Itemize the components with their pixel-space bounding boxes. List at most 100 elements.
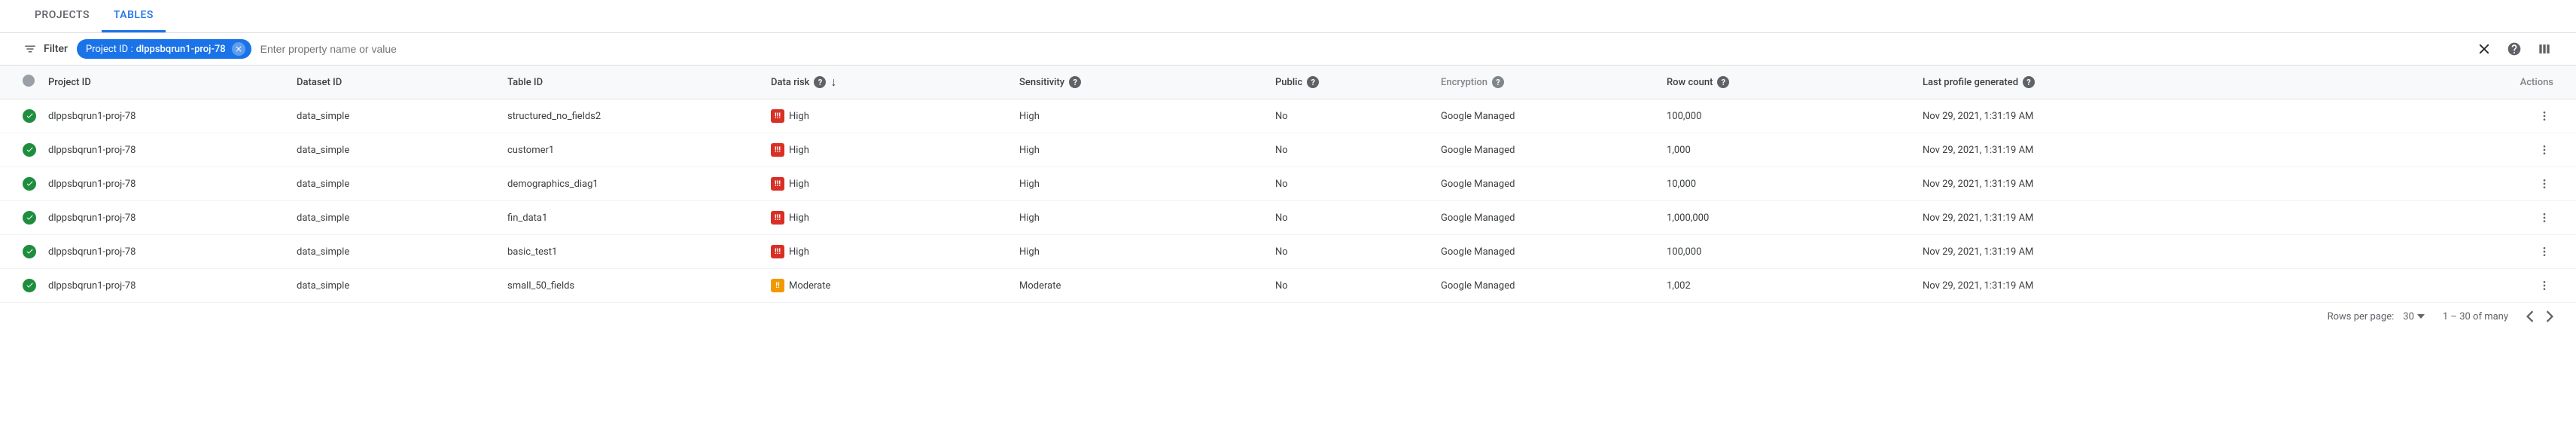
cell-encryption: Google Managed: [1435, 167, 1661, 201]
filter-label: Filter: [44, 43, 68, 55]
help-icon[interactable]: ?: [814, 76, 826, 88]
cell-encryption: Google Managed: [1435, 269, 1661, 303]
sort-descending-icon[interactable]: ↓: [830, 75, 836, 90]
table-row[interactable]: dlppsbqrun1-proj-78 data_simple structur…: [0, 99, 2576, 133]
cell-row-count: 1,000,000: [1661, 201, 1917, 235]
data-table: Project ID Dataset ID Table ID Data risk…: [0, 66, 2576, 303]
cell-project-id: dlppsbqrun1-proj-78: [42, 201, 291, 235]
tabs-bar: PROJECTS TABLES: [0, 0, 2576, 33]
table-row[interactable]: dlppsbqrun1-proj-78 data_simple customer…: [0, 133, 2576, 167]
risk-label: Moderate: [789, 280, 830, 292]
cell-sensitivity: High: [1013, 133, 1269, 167]
cell-table-id: basic_test1: [501, 235, 765, 269]
header-table-id[interactable]: Table ID: [501, 66, 765, 99]
filter-input[interactable]: [260, 43, 2475, 55]
row-actions-menu-icon[interactable]: [2535, 277, 2553, 295]
cell-project-id: dlppsbqrun1-proj-78: [42, 133, 291, 167]
header-sensitivity[interactable]: Sensitivity ?: [1013, 66, 1269, 99]
cell-sensitivity: High: [1013, 167, 1269, 201]
cell-last-generated: Nov 29, 2021, 1:31:19 AM: [1917, 133, 2285, 167]
header-row-count[interactable]: Row count ?: [1661, 66, 1917, 99]
header-dataset-id[interactable]: Dataset ID: [291, 66, 501, 99]
risk-high-icon: !!!: [771, 143, 784, 157]
cell-row-count: 100,000: [1661, 99, 1917, 133]
status-success-icon: [23, 211, 36, 225]
header-last-generated[interactable]: Last profile generated ?: [1917, 66, 2285, 99]
risk-label: High: [789, 111, 809, 122]
help-icon[interactable]: ?: [1492, 76, 1504, 88]
cell-sensitivity: Moderate: [1013, 269, 1269, 303]
cell-last-generated: Nov 29, 2021, 1:31:19 AM: [1917, 269, 2285, 303]
cell-table-id: demographics_diag1: [501, 167, 765, 201]
filter-bar: Filter Project ID : dlppsbqrun1-proj-78: [0, 33, 2576, 66]
filter-chip-project-id[interactable]: Project ID : dlppsbqrun1-proj-78: [77, 39, 251, 59]
risk-high-icon: !!!: [771, 245, 784, 258]
help-icon[interactable]: [2505, 40, 2523, 58]
status-success-icon: [23, 245, 36, 258]
rows-per-page-dropdown[interactable]: 30: [2403, 311, 2425, 322]
cell-row-count: 1,002: [1661, 269, 1917, 303]
filter-chip-key: Project ID :: [86, 44, 133, 55]
tab-tables[interactable]: TABLES: [102, 0, 166, 32]
next-page-button[interactable]: [2546, 310, 2553, 322]
help-icon[interactable]: ?: [1717, 76, 1729, 88]
filter-chip-remove-icon[interactable]: [232, 42, 245, 56]
cell-project-id: dlppsbqrun1-proj-78: [42, 99, 291, 133]
status-dot-icon: [23, 75, 35, 87]
risk-high-icon: !!!: [771, 177, 784, 191]
cell-row-count: 10,000: [1661, 167, 1917, 201]
table-row[interactable]: dlppsbqrun1-proj-78 data_simple basic_te…: [0, 235, 2576, 269]
header-data-risk[interactable]: Data risk ? ↓: [765, 66, 1013, 99]
status-success-icon: [23, 109, 36, 123]
row-actions-menu-icon[interactable]: [2535, 243, 2553, 261]
row-actions-menu-icon[interactable]: [2535, 175, 2553, 193]
cell-dataset-id: data_simple: [291, 201, 501, 235]
dropdown-arrow-icon: [2417, 314, 2425, 319]
cell-sensitivity: High: [1013, 201, 1269, 235]
table-header-row: Project ID Dataset ID Table ID Data risk…: [0, 66, 2576, 99]
pagination-bar: Rows per page: 30 1 – 30 of many: [0, 303, 2576, 330]
column-display-icon[interactable]: [2535, 40, 2553, 58]
cell-table-id: customer1: [501, 133, 765, 167]
cell-sensitivity: High: [1013, 235, 1269, 269]
cell-project-id: dlppsbqrun1-proj-78: [42, 167, 291, 201]
rows-per-page-label: Rows per page:: [2328, 311, 2395, 322]
risk-high-icon: !!!: [771, 211, 784, 225]
help-icon[interactable]: ?: [1307, 76, 1319, 88]
table-row[interactable]: dlppsbqrun1-proj-78 data_simple demograp…: [0, 167, 2576, 201]
header-status: [0, 66, 42, 99]
risk-label: High: [789, 246, 809, 258]
cell-encryption: Google Managed: [1435, 201, 1661, 235]
row-actions-menu-icon[interactable]: [2535, 209, 2553, 227]
filter-icon: [23, 41, 38, 57]
cell-row-count: 1,000: [1661, 133, 1917, 167]
cell-last-generated: Nov 29, 2021, 1:31:19 AM: [1917, 235, 2285, 269]
cell-last-generated: Nov 29, 2021, 1:31:19 AM: [1917, 167, 2285, 201]
cell-dataset-id: data_simple: [291, 235, 501, 269]
help-icon[interactable]: ?: [2023, 76, 2035, 88]
help-icon[interactable]: ?: [1069, 76, 1081, 88]
cell-table-id: small_50_fields: [501, 269, 765, 303]
cell-table-id: structured_no_fields2: [501, 99, 765, 133]
risk-badge: !!! High: [771, 109, 809, 123]
clear-filters-icon[interactable]: [2475, 40, 2493, 58]
previous-page-button[interactable]: [2526, 310, 2534, 322]
row-actions-menu-icon[interactable]: [2535, 107, 2553, 125]
status-success-icon: [23, 177, 36, 191]
header-project-id[interactable]: Project ID: [42, 66, 291, 99]
cell-encryption: Google Managed: [1435, 235, 1661, 269]
filter-chip-value: dlppsbqrun1-proj-78: [136, 44, 226, 55]
header-public[interactable]: Public ?: [1269, 66, 1435, 99]
cell-last-generated: Nov 29, 2021, 1:31:19 AM: [1917, 201, 2285, 235]
cell-project-id: dlppsbqrun1-proj-78: [42, 269, 291, 303]
header-encryption[interactable]: Encryption ?: [1435, 66, 1661, 99]
cell-last-generated: Nov 29, 2021, 1:31:19 AM: [1917, 99, 2285, 133]
table-row[interactable]: dlppsbqrun1-proj-78 data_simple fin_data…: [0, 201, 2576, 235]
table-row[interactable]: dlppsbqrun1-proj-78 data_simple small_50…: [0, 269, 2576, 303]
risk-badge: !!! High: [771, 177, 809, 191]
row-actions-menu-icon[interactable]: [2535, 141, 2553, 159]
tab-projects[interactable]: PROJECTS: [23, 0, 102, 32]
risk-badge: !!! High: [771, 211, 809, 225]
pagination-range: 1 – 30 of many: [2443, 311, 2508, 322]
status-success-icon: [23, 279, 36, 292]
